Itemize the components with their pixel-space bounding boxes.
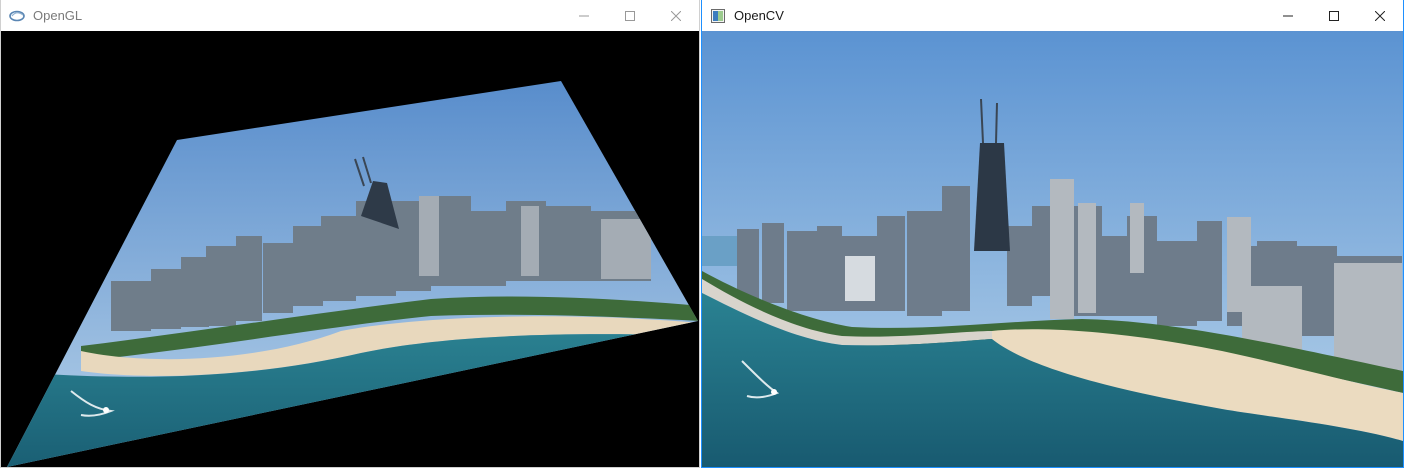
opengl-window[interactable]: OpenGL	[0, 0, 700, 468]
minimize-icon	[1283, 15, 1293, 16]
close-icon	[671, 10, 681, 21]
opencv-viewport[interactable]	[702, 31, 1403, 467]
window-title: OpenCV	[734, 8, 784, 23]
close-button[interactable]	[653, 0, 699, 31]
close-icon	[1375, 10, 1385, 21]
maximize-icon	[625, 10, 635, 21]
opencv-titlebar[interactable]: OpenCV	[702, 0, 1403, 31]
opengl-app-icon	[9, 8, 25, 24]
opengl-titlebar[interactable]: OpenGL	[1, 0, 699, 31]
window-title: OpenGL	[33, 8, 83, 23]
minimize-icon	[579, 15, 589, 16]
close-button[interactable]	[1357, 0, 1403, 31]
opencv-app-icon	[710, 8, 726, 24]
opencv-window[interactable]: OpenCV	[701, 0, 1404, 468]
chicago-skyline-image	[702, 31, 1403, 467]
maximize-button[interactable]	[1311, 0, 1357, 31]
maximize-button[interactable]	[607, 0, 653, 31]
perspective-image	[7, 81, 698, 467]
minimize-button[interactable]	[1265, 0, 1311, 31]
opengl-viewport[interactable]	[1, 31, 699, 467]
minimize-button[interactable]	[561, 0, 607, 31]
maximize-icon	[1329, 10, 1339, 21]
